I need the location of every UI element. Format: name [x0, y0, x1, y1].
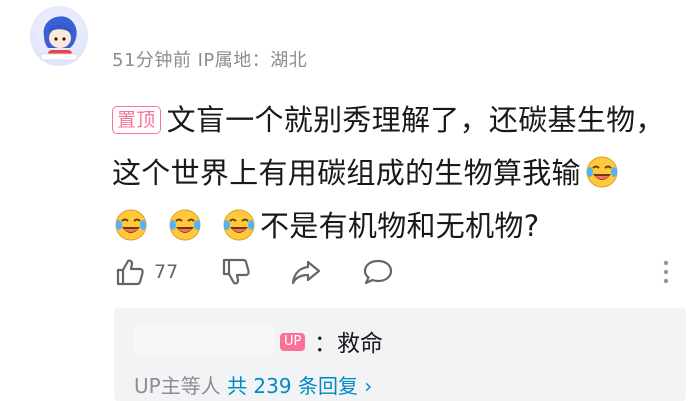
view-replies-link[interactable]: 共 239 条回复 ›	[227, 374, 372, 398]
speech-bubble-icon	[363, 259, 393, 285]
dislike-button[interactable]	[220, 254, 252, 290]
comment-text-1: 文盲一个就别秀理解了，还碳基生物，	[166, 103, 665, 137]
laugh-cry-emoji-icon	[585, 153, 619, 188]
comment-body: 置顶 文盲一个就别秀理解了，还碳基生物， 这个世界上有用碳组成的生物算我输 不是有…	[112, 94, 682, 253]
comment-line-1: 置顶 文盲一个就别秀理解了，还碳基生物，	[112, 94, 682, 147]
thumbs-up-icon	[116, 259, 144, 286]
reply-text: ：救命	[314, 331, 383, 357]
reply-summary[interactable]: UP主等人 共 239 条回复 ›	[134, 370, 372, 399]
share-button[interactable]	[290, 254, 322, 290]
comment-line-2: 这个世界上有用碳组成的生物算我输	[112, 147, 682, 200]
reply-preview[interactable]: UP ：救命 UP主等人 共 239 条回复 ›	[114, 308, 686, 401]
comment-action-bar: 77	[114, 254, 674, 290]
comment-meta: 51分钟前 IP属地：湖北	[112, 50, 308, 71]
share-arrow-icon	[291, 260, 321, 285]
up-badge: UP	[280, 333, 306, 351]
like-count: 77	[154, 261, 179, 283]
like-button[interactable]: 77	[114, 254, 178, 290]
more-vertical-icon	[663, 260, 669, 284]
comment-text-2: 这个世界上有用碳组成的生物算我输	[112, 156, 581, 190]
laugh-cry-emoji-icon	[222, 206, 256, 241]
blurred-username	[134, 326, 274, 356]
reply-button[interactable]	[362, 254, 394, 290]
laugh-cry-emoji-icon	[114, 206, 148, 241]
laugh-cry-emoji-icon	[168, 206, 202, 241]
comment-line-3: 不是有机物和无机物?	[112, 200, 682, 253]
anime-girl-avatar-icon	[39, 16, 79, 61]
pinned-badge: 置顶	[112, 106, 161, 134]
reply-summary-prefix: UP主等人	[134, 374, 221, 398]
thumbs-down-icon	[222, 258, 250, 285]
avatar[interactable]	[30, 6, 88, 66]
more-options-button[interactable]	[658, 254, 674, 290]
comment-text-3: 不是有机物和无机物?	[260, 209, 540, 243]
